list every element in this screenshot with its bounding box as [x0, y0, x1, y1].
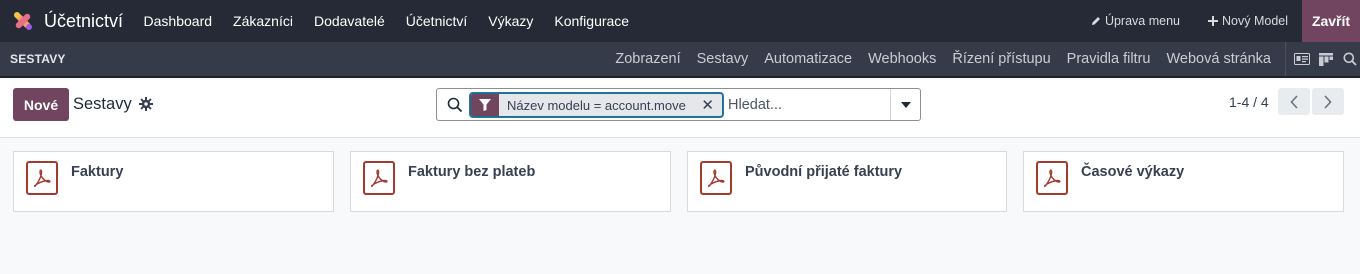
id-card-icon[interactable] [1292, 49, 1312, 69]
edit-menu-link[interactable]: Úprava menu [1081, 14, 1190, 28]
report-card[interactable]: Faktury bez plateb [350, 151, 671, 212]
menu-configuration[interactable]: Konfigurace [544, 13, 640, 29]
new-model-link[interactable]: Nový Model [1198, 14, 1298, 28]
close-button[interactable]: Zavřít [1302, 0, 1360, 42]
main-navbar: Účetnictví Dashboard Zákazníci Dodavatel… [0, 0, 1360, 42]
pager-next-button[interactable] [1312, 88, 1344, 115]
report-card[interactable]: Faktury [13, 151, 334, 212]
close-icon[interactable]: ✕ [701, 96, 714, 114]
tab-filter-rules[interactable]: Pravidla filtru [1059, 51, 1159, 67]
search-bar: Název modelu = account.move ✕ [436, 88, 921, 121]
gear-icon[interactable] [139, 97, 153, 111]
tab-access-control[interactable]: Řízení přístupu [944, 51, 1058, 67]
search-input[interactable] [728, 94, 888, 116]
card-title: Faktury bez plateb [408, 164, 536, 180]
tab-website[interactable]: Webová stránka [1158, 51, 1279, 67]
app-logo-icon[interactable] [12, 10, 34, 32]
breadcrumb: Sestavy [73, 95, 132, 113]
edit-menu-label: Úprava menu [1104, 14, 1180, 28]
card-title: Původní přijaté faktury [745, 164, 903, 180]
tab-reports[interactable]: Sestavy [689, 51, 757, 67]
new-model-label: Nový Model [1222, 14, 1288, 28]
studio-subbar: SESTAVY Zobrazení Sestavy Automatizace W… [0, 42, 1360, 78]
filter-icon [471, 94, 499, 116]
card-title: Faktury [71, 164, 124, 180]
pdf-icon [700, 161, 732, 195]
menu-dashboard[interactable]: Dashboard [133, 13, 223, 29]
report-card[interactable]: Časové výkazy [1023, 151, 1344, 212]
app-title[interactable]: Účetnictví [44, 11, 123, 32]
new-button[interactable]: Nové [13, 88, 69, 121]
report-card[interactable]: Původní přijaté faktury [687, 151, 1007, 212]
menu-vendors[interactable]: Dodavatelé [303, 13, 395, 29]
search-icon[interactable] [447, 97, 463, 113]
search-icon[interactable] [1340, 49, 1360, 69]
chevron-down-icon[interactable] [890, 89, 920, 120]
menu-reporting[interactable]: Výkazy [478, 13, 544, 29]
pdf-icon [363, 161, 395, 195]
pdf-icon [26, 161, 58, 195]
section-title: SESTAVY [10, 52, 66, 66]
pdf-icon [1036, 161, 1068, 195]
pager-previous-button[interactable] [1278, 88, 1310, 115]
chevron-right-icon [1324, 94, 1332, 109]
card-title: Časové výkazy [1081, 164, 1185, 180]
pencil-icon [1091, 17, 1100, 25]
menu-customers[interactable]: Zákazníci [223, 13, 304, 29]
tab-webhooks[interactable]: Webhooks [860, 51, 944, 67]
control-panel: Nové Sestavy Název modelu = account.move… [0, 80, 1360, 138]
plus-icon [1208, 16, 1218, 26]
filter-facet[interactable]: Název modelu = account.move ✕ [470, 93, 723, 117]
tab-automations[interactable]: Automatizace [756, 51, 860, 67]
tab-views[interactable]: Zobrazení [607, 51, 688, 67]
kanban-icon[interactable] [1316, 49, 1336, 69]
chevron-left-icon [1290, 94, 1298, 109]
menu-accounting[interactable]: Účetnictví [395, 13, 477, 29]
pager-value[interactable]: 1-4 / 4 [1229, 94, 1269, 110]
facet-label: Název modelu = account.move [507, 97, 686, 113]
